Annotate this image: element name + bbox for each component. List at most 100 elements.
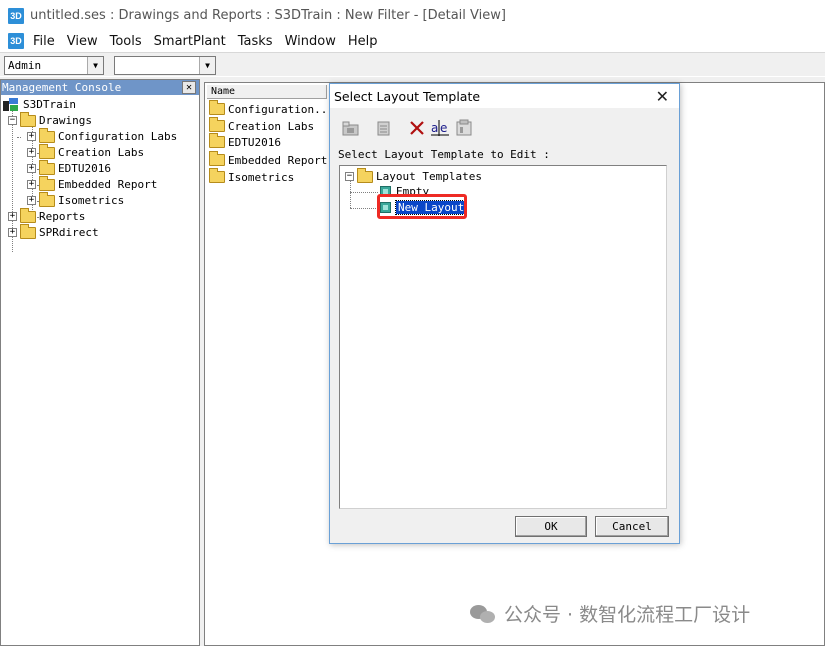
- tree-label: Drawings: [39, 114, 92, 127]
- select-layout-template-dialog: Select Layout Template ✕ a e Select Layo…: [329, 83, 680, 544]
- folder-icon: [209, 151, 225, 166]
- menu-tools[interactable]: Tools: [105, 34, 149, 49]
- tree-node-layout-templates[interactable]: − Layout Templates: [345, 167, 482, 184]
- list-item-label: EDTU2016: [228, 135, 281, 149]
- tree-label: S3DTrain: [23, 98, 76, 111]
- copy-icon: [377, 121, 390, 136]
- expand-icon[interactable]: +: [27, 196, 36, 205]
- menu-smartplant[interactable]: SmartPlant: [149, 34, 233, 49]
- folder-icon: [209, 117, 225, 132]
- tree-node-configuration-labs[interactable]: + Configuration Labs: [27, 127, 178, 144]
- expand-icon[interactable]: +: [27, 164, 36, 173]
- annotation-highlight: [377, 194, 467, 219]
- new-folder-icon: [342, 121, 359, 136]
- list-item[interactable]: Embedded Report: [209, 151, 328, 168]
- app-icon: 3D: [8, 7, 24, 24]
- new-template-button[interactable]: [340, 118, 362, 138]
- expand-icon[interactable]: +: [27, 132, 36, 141]
- list-item[interactable]: Creation Labs: [209, 117, 315, 134]
- tree-node-edtu2016[interactable]: + EDTU2016: [27, 159, 111, 176]
- tree-node-sprdirect[interactable]: + SPRdirect: [8, 223, 99, 240]
- window-title: untitled.ses : Drawings and Reports : S3…: [30, 8, 506, 23]
- list-item-label: Isometrics: [228, 170, 295, 184]
- column-header-name[interactable]: Name: [207, 85, 327, 99]
- list-item-label: Embedded Report: [228, 153, 328, 167]
- close-icon[interactable]: ✕: [182, 81, 196, 94]
- folder-icon: [39, 143, 55, 159]
- tree-node-embedded-report[interactable]: + Embedded Report: [27, 175, 158, 192]
- menu-help[interactable]: Help: [343, 34, 385, 49]
- user-combo[interactable]: Admin ▼: [4, 56, 104, 75]
- menu-view[interactable]: View: [62, 34, 105, 49]
- close-icon[interactable]: ✕: [656, 87, 669, 106]
- properties-button[interactable]: [453, 118, 475, 138]
- dialog-title: Select Layout Template: [334, 88, 481, 104]
- menu-tasks[interactable]: Tasks: [233, 34, 280, 49]
- tree-label: SPRdirect: [39, 226, 99, 239]
- list-item-label: Creation Labs: [228, 119, 315, 133]
- tree-label: EDTU2016: [58, 162, 111, 175]
- expand-icon[interactable]: +: [8, 228, 17, 237]
- folder-icon: [357, 167, 373, 183]
- system-menu-icon[interactable]: 3D: [8, 33, 24, 49]
- list-item-label: Configuration...: [228, 102, 334, 116]
- tree-label: Embedded Report: [58, 178, 158, 191]
- expand-icon[interactable]: +: [27, 180, 36, 189]
- management-console-title: Management Console: [2, 81, 122, 94]
- svg-text:a: a: [431, 121, 438, 135]
- copy-template-button[interactable]: [372, 118, 394, 138]
- tree-node-isometrics[interactable]: + Isometrics: [27, 191, 125, 208]
- ok-button[interactable]: OK: [515, 516, 587, 537]
- toolbar: Admin ▼ ▼: [0, 52, 825, 76]
- management-console-header: Management Console ✕: [1, 80, 199, 95]
- list-item[interactable]: Configuration...: [209, 100, 334, 117]
- folder-icon: [209, 168, 225, 183]
- tree-label: Isometrics: [58, 194, 125, 207]
- chevron-down-icon[interactable]: ▼: [199, 57, 215, 74]
- folder-icon: [209, 133, 225, 148]
- tree-label: Layout Templates: [376, 170, 482, 183]
- wechat-icon: [470, 603, 496, 625]
- tree-node-reports[interactable]: + Reports: [8, 207, 86, 224]
- cancel-button[interactable]: Cancel: [595, 516, 669, 537]
- delete-template-button[interactable]: [406, 118, 428, 138]
- list-item[interactable]: Isometrics: [209, 168, 295, 185]
- tree-node-root[interactable]: S3DTrain: [3, 97, 76, 112]
- title-bar: 3D untitled.ses : Drawings and Reports :…: [0, 0, 825, 31]
- tree-label: Creation Labs: [58, 146, 145, 159]
- plant-icon: [3, 97, 19, 112]
- properties-icon: [456, 119, 472, 136]
- user-combo-value: Admin: [8, 59, 42, 72]
- dialog-title-bar: Select Layout Template ✕: [330, 84, 679, 108]
- menu-window[interactable]: Window: [280, 34, 343, 49]
- delete-icon: [410, 121, 424, 135]
- filter-combo[interactable]: ▼: [114, 56, 216, 75]
- folder-icon: [20, 223, 36, 239]
- collapse-icon[interactable]: −: [8, 116, 17, 125]
- watermark: 公众号 · 数智化流程工厂设计: [470, 600, 750, 627]
- expand-icon[interactable]: +: [8, 212, 17, 221]
- expand-icon[interactable]: +: [27, 148, 36, 157]
- tree-node-creation-labs[interactable]: + Creation Labs: [27, 143, 145, 160]
- folder-icon: [39, 175, 55, 191]
- folder-icon: [20, 111, 36, 127]
- svg-text:e: e: [440, 121, 447, 135]
- tree-label: Reports: [39, 210, 86, 223]
- collapse-icon[interactable]: −: [345, 172, 354, 181]
- dialog-prompt: Select Layout Template to Edit :: [338, 148, 550, 161]
- folder-icon: [20, 207, 36, 223]
- folder-icon: [209, 100, 225, 115]
- rename-template-button[interactable]: a e: [429, 118, 451, 138]
- menu-file[interactable]: File: [28, 34, 62, 49]
- list-item[interactable]: EDTU2016: [209, 133, 281, 150]
- rename-icon: a e: [431, 120, 449, 136]
- chevron-down-icon[interactable]: ▼: [87, 57, 103, 74]
- folder-icon: [39, 159, 55, 175]
- menu-bar: 3D File View Tools SmartPlant Tasks Wind…: [0, 31, 825, 51]
- folder-icon: [39, 127, 55, 143]
- tree-node-drawings[interactable]: − Drawings: [8, 111, 92, 128]
- management-console-panel: Management Console ✕ S3DTrain − Drawings…: [0, 79, 200, 646]
- watermark-text: 公众号 · 数智化流程工厂设计: [504, 604, 751, 626]
- folder-icon: [39, 191, 55, 207]
- tree-label: Configuration Labs: [58, 130, 178, 143]
